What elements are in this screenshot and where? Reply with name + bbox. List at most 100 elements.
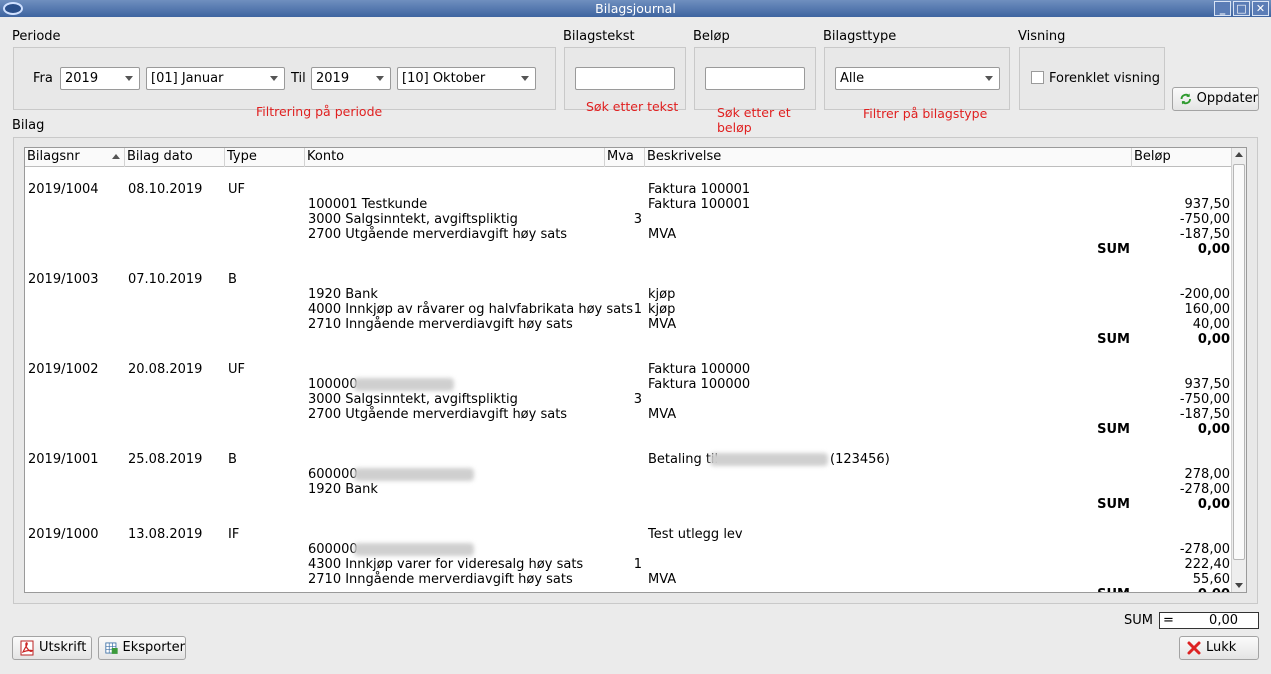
line-account: 4000 Innkjøp av råvarer og halvfabrikata… bbox=[308, 302, 633, 317]
fra-year-value: 2019 bbox=[65, 71, 99, 86]
voucher-date: 25.08.2019 bbox=[128, 452, 203, 467]
scroll-down-icon[interactable] bbox=[1235, 583, 1243, 588]
redacted-text bbox=[354, 543, 474, 556]
scrollbar-thumb[interactable] bbox=[1233, 164, 1245, 560]
bilagstype-select[interactable]: Alle bbox=[835, 67, 1000, 90]
title-bar: Bilagsjournal _ □ ✕ bbox=[0, 0, 1271, 17]
fra-month-value: [01] Januar bbox=[151, 71, 224, 86]
sum-value: 0,00 bbox=[1209, 613, 1238, 628]
voucher-description: Betaling til bbox=[648, 452, 719, 467]
voucher-type: B bbox=[228, 452, 237, 467]
fra-year-select[interactable]: 2019 bbox=[60, 67, 140, 90]
column-header-belop[interactable]: Beløp bbox=[1132, 148, 1232, 167]
chevron-down-icon bbox=[985, 76, 993, 81]
column-header-beskrivelse[interactable]: Beskrivelse bbox=[645, 148, 1132, 167]
bilag-table[interactable]: Bilagsnr Bilag dato Type Konto Mva Beskr… bbox=[24, 147, 1247, 593]
fra-label: Fra bbox=[33, 71, 53, 86]
line-amount: 937,50 bbox=[1184, 377, 1231, 392]
line-account: 100001 Testkunde bbox=[308, 197, 428, 212]
visning-label: Visning bbox=[1018, 29, 1066, 44]
header-text: Konto bbox=[307, 149, 345, 164]
voucher-number: 2019/1000 bbox=[28, 527, 99, 542]
eksporter-button[interactable]: Eksporter bbox=[98, 636, 186, 660]
footer-sum-field: = 0,00 bbox=[1159, 612, 1259, 629]
line-description: MVA bbox=[648, 407, 677, 422]
maximize-button[interactable]: □ bbox=[1233, 1, 1250, 16]
column-header-bilag-dato[interactable]: Bilag dato bbox=[125, 148, 225, 167]
app-logo-icon[interactable] bbox=[3, 2, 23, 15]
voucher-sum-label: SUM bbox=[1097, 332, 1130, 347]
fra-month-select[interactable]: [01] Januar bbox=[146, 67, 285, 90]
footer-sum-label: SUM bbox=[1124, 613, 1153, 628]
voucher-sum-label: SUM bbox=[1097, 497, 1130, 512]
bilag-label: Bilag bbox=[12, 118, 45, 133]
voucher-sum-label: SUM bbox=[1097, 422, 1130, 437]
redacted-text bbox=[710, 453, 828, 466]
header-text: Bilagsnr bbox=[27, 149, 80, 164]
bilagstekst-input[interactable] bbox=[575, 67, 675, 90]
line-amount: 222,40 bbox=[1184, 557, 1231, 572]
line-account: 600000 bbox=[308, 542, 358, 557]
line-description: kjøp bbox=[648, 287, 676, 302]
lukk-label: Lukk bbox=[1206, 640, 1237, 655]
til-month-select[interactable]: [10] Oktober bbox=[397, 67, 536, 90]
line-mva: 3 bbox=[633, 212, 642, 227]
line-description: MVA bbox=[648, 317, 677, 332]
line-description: Faktura 100000 bbox=[648, 377, 751, 392]
utskrift-button[interactable]: Utskrift bbox=[12, 636, 92, 660]
lukk-button[interactable]: Lukk bbox=[1179, 636, 1259, 660]
header-text: Mva bbox=[607, 149, 634, 164]
bilagstype-hint: Filtrer på bilagstype bbox=[863, 106, 988, 121]
oppdater-label: Oppdater bbox=[1196, 91, 1258, 106]
oppdater-button[interactable]: Oppdater bbox=[1172, 87, 1259, 111]
chevron-down-icon bbox=[125, 76, 133, 81]
pdf-icon bbox=[20, 640, 34, 656]
sort-ascending-icon bbox=[112, 154, 120, 159]
column-header-bilagsnr[interactable]: Bilagsnr bbox=[25, 148, 125, 167]
voucher-description-ref: (123456) bbox=[830, 452, 890, 467]
column-header-type[interactable]: Type bbox=[225, 148, 305, 167]
bilagstype-value: Alle bbox=[840, 71, 865, 86]
header-text: Beløp bbox=[1134, 149, 1171, 164]
forenklet-visning-label[interactable]: Forenklet visning bbox=[1049, 71, 1160, 86]
close-window-button[interactable]: ✕ bbox=[1252, 1, 1269, 16]
table-header: Bilagsnr Bilag dato Type Konto Mva Beskr… bbox=[25, 148, 1232, 167]
forenklet-visning-checkbox[interactable] bbox=[1031, 71, 1044, 84]
line-account: 2700 Utgående merverdiavgift høy sats bbox=[308, 407, 568, 422]
vertical-scrollbar[interactable] bbox=[1231, 148, 1246, 592]
line-amount: 40,00 bbox=[1192, 317, 1230, 332]
voucher-description: Faktura 100001 bbox=[648, 182, 751, 197]
til-year-select[interactable]: 2019 bbox=[311, 67, 391, 90]
close-icon bbox=[1187, 641, 1201, 655]
bilagstype-label: Bilagsttype bbox=[823, 29, 897, 44]
header-text: Beskrivelse bbox=[647, 149, 722, 164]
voucher-type: IF bbox=[228, 527, 240, 542]
refresh-icon bbox=[1180, 93, 1191, 105]
scroll-up-icon[interactable] bbox=[1235, 152, 1243, 157]
line-mva: 1 bbox=[633, 302, 642, 317]
line-amount: -750,00 bbox=[1179, 392, 1230, 407]
line-account: 100000 bbox=[308, 377, 358, 392]
line-amount: -200,00 bbox=[1179, 287, 1230, 302]
line-mva: 1 bbox=[633, 557, 642, 572]
column-header-konto[interactable]: Konto bbox=[305, 148, 605, 167]
voucher-sum: 0,00 bbox=[1197, 242, 1230, 257]
chevron-down-icon bbox=[521, 76, 529, 81]
window-title: Bilagsjournal bbox=[595, 1, 676, 16]
line-account: 2700 Utgående merverdiavgift høy sats bbox=[308, 227, 568, 242]
line-description: MVA bbox=[648, 572, 677, 587]
export-spreadsheet-icon bbox=[105, 642, 118, 654]
minimize-button[interactable]: _ bbox=[1214, 1, 1231, 16]
voucher-sum-label: SUM bbox=[1097, 242, 1130, 257]
redacted-text bbox=[354, 468, 474, 481]
column-header-mva[interactable]: Mva bbox=[605, 148, 645, 167]
chevron-down-icon bbox=[270, 76, 278, 81]
belop-input[interactable] bbox=[705, 67, 805, 90]
voucher-date: 20.08.2019 bbox=[128, 362, 203, 377]
belop-hint-line2: beløp bbox=[717, 120, 752, 135]
line-account: 2710 Inngående merverdiavgift høy sats bbox=[308, 572, 573, 587]
line-account: 1920 Bank bbox=[308, 482, 378, 497]
line-amount: 937,50 bbox=[1184, 197, 1231, 212]
voucher-type: UF bbox=[228, 182, 245, 197]
line-account: 1920 Bank bbox=[308, 287, 378, 302]
